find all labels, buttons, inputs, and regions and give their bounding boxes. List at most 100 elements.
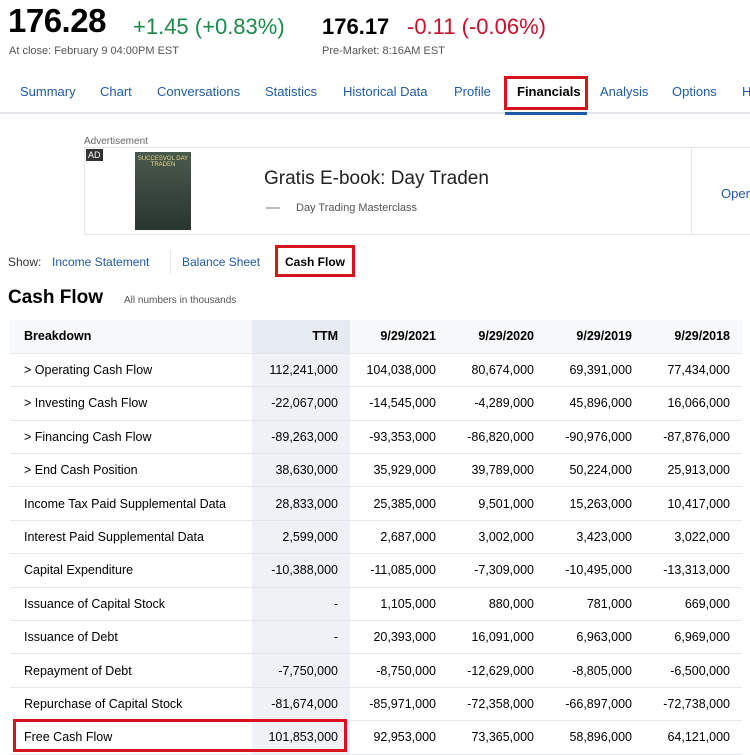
premarket-label: Pre-Market: 8:16AM EST: [322, 45, 445, 57]
table-row[interactable]: Income Tax Paid Supplemental Data 28,833,…: [10, 486, 742, 521]
table-row[interactable]: Repayment of Debt -7,750,000 -8,750,000 -12…: [10, 653, 742, 688]
ad-label: Advertisement: [84, 136, 148, 147]
cell-value: 25,385,000: [350, 486, 448, 521]
table-header-row: Breakdown TTM 9/29/2021 9/29/2020 9/29/2019 9…: [10, 320, 742, 354]
row-label: > Investing Cash Flow: [10, 386, 252, 421]
cell-value: 104,038,000: [350, 353, 448, 388]
price-change: +1.45 (+0.83%): [133, 14, 285, 39]
cell-value: -10,495,000: [546, 553, 644, 588]
cell-value: 73,365,000: [448, 720, 546, 755]
stock-price: 176.28: [8, 2, 106, 39]
close-label: At close: February 9 04:00PM EST: [9, 45, 179, 57]
ad-open-button[interactable]: Oper: [721, 186, 750, 201]
cell-value: 2,687,000: [350, 520, 448, 555]
premarket-change: -0.11 (-0.06%): [407, 14, 546, 39]
cell-value: -13,313,000: [644, 553, 742, 588]
cell-value: 28,833,000: [252, 486, 350, 521]
ad-title[interactable]: Gratis E-book: Day Traden: [264, 168, 489, 190]
cell-value: -7,309,000: [448, 553, 546, 588]
cell-value: 6,969,000: [644, 620, 742, 655]
ad-divider: [691, 148, 692, 234]
cell-value: -7,750,000: [252, 653, 350, 688]
cell-value: 80,674,000: [448, 353, 546, 388]
tab-analysis[interactable]: Analysis: [600, 84, 648, 99]
row-label: Issuance of Debt: [10, 620, 252, 655]
tab-chart[interactable]: Chart: [100, 84, 132, 99]
row-label: > Operating Cash Flow: [10, 353, 252, 388]
ad-badge: AD: [86, 149, 103, 161]
cell-value: 50,224,000: [546, 453, 644, 488]
table-row[interactable]: > Operating Cash Flow 112,241,000 104,038,…: [10, 353, 742, 388]
cash-flow-table: Breakdown TTM 9/29/2021 9/29/2020 9/29/2019 9…: [10, 320, 742, 755]
cell-value: -14,545,000: [350, 386, 448, 421]
cell-value: 112,241,000: [252, 353, 350, 388]
table-row[interactable]: Issuance of Capital Stock -1,105,000 880,0…: [10, 587, 742, 622]
column-header: 9/29/2021: [350, 320, 448, 354]
tab-more[interactable]: H: [742, 84, 750, 99]
cell-value: 9,501,000: [448, 486, 546, 521]
cell-value: 781,000: [546, 587, 644, 622]
cell-value: 20,393,000: [350, 620, 448, 655]
row-label: Repurchase of Capital Stock: [10, 687, 252, 722]
cell-value: -86,820,000: [448, 420, 546, 455]
cell-value: -: [252, 587, 350, 622]
cell-value: 1,105,000: [350, 587, 448, 622]
show-balance-sheet[interactable]: Balance Sheet: [182, 255, 260, 269]
advertisement[interactable]: AD SUCCESVOL DAY TRADEN Gratis E-book: D…: [84, 147, 750, 235]
table-row[interactable]: > End Cash Position 38,630,000 35,929,000 3…: [10, 453, 742, 488]
cell-value: 38,630,000: [252, 453, 350, 488]
cell-value: 10,417,000: [644, 486, 742, 521]
table-row[interactable]: > Financing Cash Flow -89,263,000 -93,353,…: [10, 420, 742, 455]
cell-value: 669,000: [644, 587, 742, 622]
cell-value: 77,434,000: [644, 353, 742, 388]
table-row[interactable]: Capital Expenditure -10,388,000 -11,085,00…: [10, 553, 742, 588]
tab-historical-data[interactable]: Historical Data: [343, 84, 428, 99]
divider: [170, 250, 171, 274]
show-income-statement[interactable]: Income Statement: [52, 255, 149, 269]
cell-value: 3,002,000: [448, 520, 546, 555]
table-row[interactable]: Issuance of Debt -20,393,000 16,091,000 6,9…: [10, 620, 742, 655]
table-row[interactable]: > Investing Cash Flow -22,067,000 -14,545,…: [10, 386, 742, 421]
row-label: Income Tax Paid Supplemental Data: [10, 486, 252, 521]
column-header: 9/29/2018: [644, 320, 742, 354]
cell-value: -90,976,000: [546, 420, 644, 455]
row-label: Issuance of Capital Stock: [10, 587, 252, 622]
cell-value: -66,897,000: [546, 687, 644, 722]
cell-value: 58,896,000: [546, 720, 644, 755]
cell-value: 880,000: [448, 587, 546, 622]
premarket-price: 176.17: [322, 14, 390, 39]
column-header: 9/29/2019: [546, 320, 644, 354]
cell-value: 39,789,000: [448, 453, 546, 488]
cell-value: 35,929,000: [350, 453, 448, 488]
tab-conversations[interactable]: Conversations: [157, 84, 240, 99]
show-label: Show:: [8, 255, 42, 269]
tab-profile[interactable]: Profile: [454, 84, 491, 99]
highlight-free-cash-flow: [13, 719, 347, 752]
column-header: 9/29/2020: [448, 320, 546, 354]
cell-value: -87,876,000: [644, 420, 742, 455]
row-label: Repayment of Debt: [10, 653, 252, 688]
cell-value: 45,896,000: [546, 386, 644, 421]
row-label: Capital Expenditure: [10, 553, 252, 588]
cell-value: -85,971,000: [350, 687, 448, 722]
cell-value: -8,750,000: [350, 653, 448, 688]
row-label: Interest Paid Supplemental Data: [10, 520, 252, 555]
cell-value: 3,022,000: [644, 520, 742, 555]
row-label: > End Cash Position: [10, 453, 252, 488]
table-row[interactable]: Repurchase of Capital Stock -81,674,000 -8…: [10, 687, 742, 722]
section-title: Cash Flow: [8, 287, 104, 308]
cell-value: 16,066,000: [644, 386, 742, 421]
cell-value: 69,391,000: [546, 353, 644, 388]
active-tab-underline: [505, 112, 587, 115]
tab-options[interactable]: Options: [672, 84, 717, 99]
cell-value: 15,263,000: [546, 486, 644, 521]
tab-statistics[interactable]: Statistics: [265, 84, 317, 99]
cell-value: 2,599,000: [252, 520, 350, 555]
tab-summary[interactable]: Summary: [20, 84, 76, 99]
section-note: All numbers in thousands: [124, 295, 237, 306]
ebook-cover-image: SUCCESVOL DAY TRADEN: [135, 152, 191, 230]
cell-value: -22,067,000: [252, 386, 350, 421]
table-row[interactable]: Interest Paid Supplemental Data 2,599,000…: [10, 520, 742, 555]
cell-value: 92,953,000: [350, 720, 448, 755]
cell-value: -93,353,000: [350, 420, 448, 455]
